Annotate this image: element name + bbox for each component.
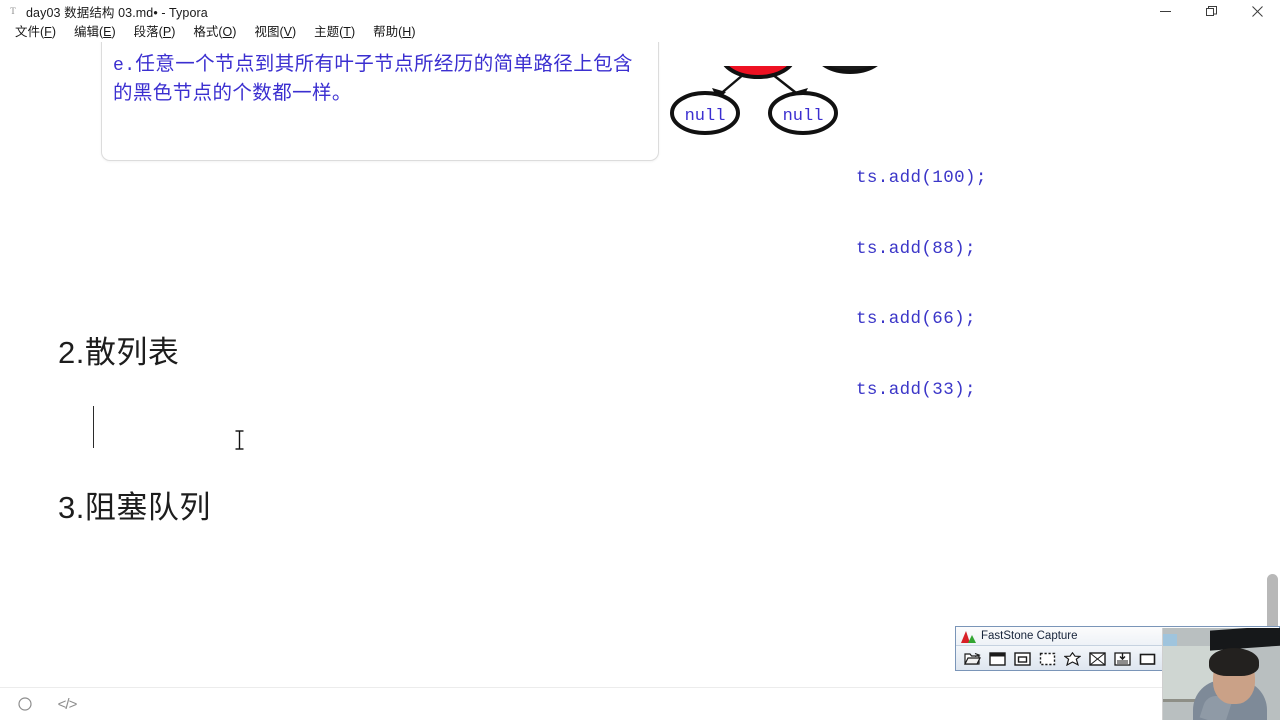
faststone-logo-icon (961, 630, 976, 643)
tree-null-label-right: null (783, 107, 824, 126)
menu-view-text: 视图( (254, 25, 284, 39)
close-button[interactable] (1234, 0, 1280, 22)
menu-file-text: 文件( (15, 25, 45, 39)
window-controls (1142, 0, 1280, 22)
faststone-title-text: FastStone Capture (981, 630, 1078, 642)
menu-view[interactable]: 视图(V) (245, 22, 305, 42)
menu-paragraph-accel: P (162, 25, 172, 39)
menu-view-accel: V (283, 25, 292, 39)
menu-help-accel: H (402, 25, 412, 39)
capture-window-object[interactable] (1011, 648, 1033, 669)
heading-blocking-queue[interactable]: 3.阻塞队列 (58, 482, 211, 527)
menu-view-tail: ) (291, 25, 297, 39)
menu-theme-text: 主题( (314, 25, 344, 39)
menu-format-accel: O (222, 25, 233, 39)
menu-format[interactable]: 格式(O) (184, 22, 245, 42)
webcam-overlay (1162, 628, 1280, 720)
source-code-icon[interactable]: </> (56, 693, 78, 715)
text-caret (93, 406, 95, 448)
menu-theme[interactable]: 主题(T) (305, 22, 364, 42)
open-file-button[interactable] (961, 648, 983, 669)
capture-scrolling-window[interactable] (1111, 648, 1133, 669)
capture-fullscreen[interactable] (1086, 648, 1108, 669)
status-bar: </> (0, 687, 1280, 720)
word-count-icon[interactable] (14, 693, 36, 715)
code-line: ts.add(100); (856, 168, 987, 188)
typora-icon: T (10, 6, 16, 16)
capture-freehand[interactable] (1061, 648, 1083, 669)
minimize-button[interactable] (1142, 0, 1188, 22)
menu-file-tail: ) (51, 25, 56, 39)
menu-format-tail: ) (232, 25, 237, 39)
menu-paragraph[interactable]: 段落(P) (125, 22, 185, 42)
code-block: ts.add(100); ts.add(88); ts.add(66); ts.… (856, 120, 987, 449)
menu-help-tail: ) (411, 25, 416, 39)
menu-help[interactable]: 帮助(H) (364, 22, 424, 42)
menu-paragraph-tail: ) (171, 25, 176, 39)
menu-bar: 文件(F) 编辑(E) 段落(P) 格式(O) 视图(V) 主题(T) 帮助(H… (0, 22, 1280, 42)
vertical-scrollbar[interactable] (1264, 84, 1280, 687)
menu-edit-text: 编辑( (73, 25, 104, 39)
text-ibeam-cursor (234, 430, 245, 450)
restore-button[interactable] (1188, 0, 1234, 22)
callout-box: e.任意一个节点到其所有叶子节点所经历的简单路径上包含的黑色节点的个数都一样。 (101, 42, 659, 161)
capture-fixed-region[interactable] (1136, 648, 1158, 669)
document-editor-area[interactable]: e.任意一个节点到其所有叶子节点所经历的简单路径上包含的黑色节点的个数都一样。 … (0, 42, 1280, 687)
menu-edit-accel: E (103, 25, 112, 39)
menu-help-text: 帮助( (373, 25, 403, 39)
tree-null-label-left: null (685, 107, 726, 126)
menu-edit-tail: ) (111, 25, 116, 39)
capture-rectangle[interactable] (1036, 648, 1058, 669)
menu-format-text: 格式( (193, 25, 223, 39)
callout-text: e.任意一个节点到其所有叶子节点所经历的简单路径上包含的黑色节点的个数都一样。 (113, 51, 647, 108)
window-title: day03 数据结构 03.md• - Typora (26, 5, 208, 20)
heading-hash-table[interactable]: 2.散列表 (58, 327, 179, 372)
code-line: ts.add(66); (856, 309, 976, 329)
menu-theme-accel: T (343, 25, 351, 39)
code-line: ts.add(88); (856, 238, 976, 259)
menu-paragraph-text: 段落( (133, 25, 163, 39)
menu-file[interactable]: 文件(F) (6, 22, 65, 42)
menu-theme-tail: ) (350, 25, 356, 39)
webcam-person-hair (1209, 648, 1259, 676)
capture-active-window[interactable] (986, 648, 1008, 669)
code-line: ts.add(33); (856, 379, 976, 400)
title-bar: T day03 数据结构 03.md• - Typora (0, 0, 1280, 22)
callout-body: 任意一个节点到其所有叶子节点所经历的简单路径上包含的黑色节点的个数都一样。 (113, 54, 633, 104)
callout-lead: e. (113, 56, 136, 76)
menu-file-accel: F (44, 25, 52, 39)
menu-edit[interactable]: 编辑(E) (65, 22, 125, 42)
